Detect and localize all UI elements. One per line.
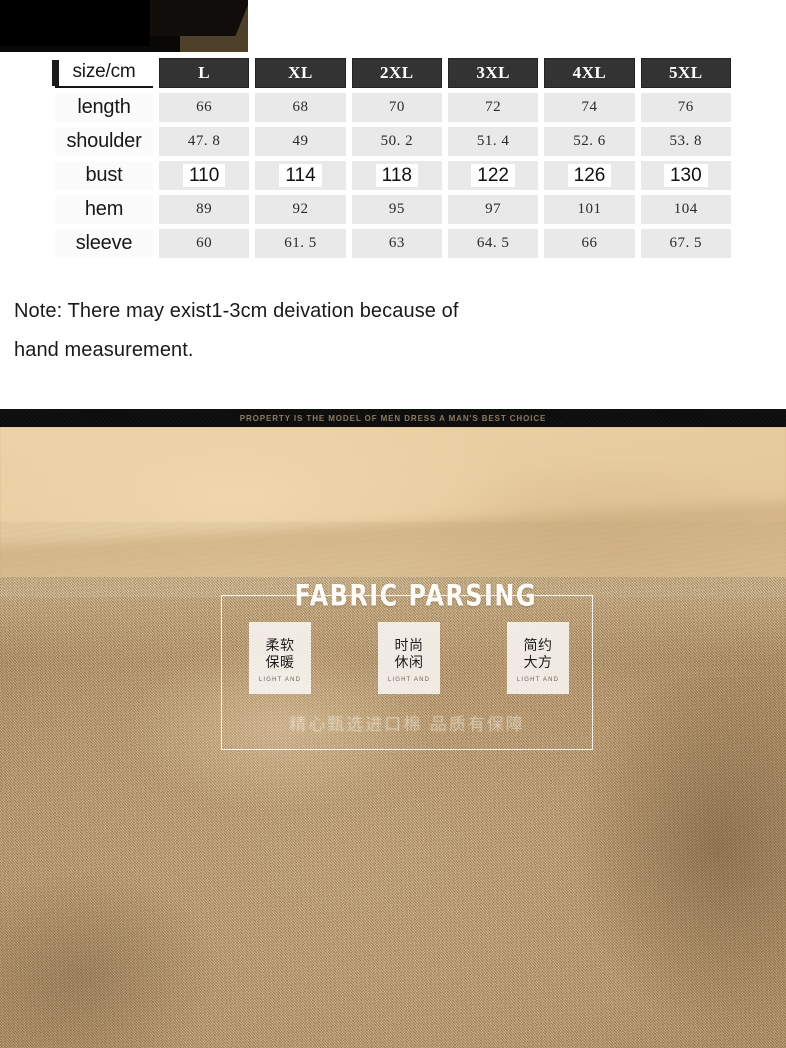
feature-card-soft-warm: 柔软 保暖 LIGHT AND bbox=[249, 622, 311, 694]
cell-sleeve-xl: 61. 5 bbox=[255, 229, 346, 258]
cell-hem-3xl: 97 bbox=[447, 195, 539, 224]
top-photo-fragment bbox=[0, 0, 248, 52]
table-header-size-xl: XL bbox=[255, 58, 346, 88]
cell-shoulder-xl: 49 bbox=[255, 127, 346, 156]
feature-card-cn-line1: 时尚 bbox=[394, 637, 424, 654]
cell-sleeve-2xl: 63 bbox=[351, 229, 442, 258]
cell-shoulder-4xl: 52. 6 bbox=[544, 127, 635, 156]
cell-bust-4xl: 126 bbox=[544, 161, 635, 190]
cell-bust-3xl: 122 bbox=[447, 161, 539, 190]
cell-bust-l: 110 bbox=[159, 161, 250, 190]
fabric-parsing-title: FABRIC PARSING bbox=[294, 578, 538, 613]
cell-shoulder-5xl: 53. 8 bbox=[640, 127, 731, 156]
size-chart-table: size/cm L XL 2XL 3XL 4XL 5XL length 66 6… bbox=[52, 58, 731, 263]
table-header-size-l: L bbox=[159, 58, 250, 88]
cell-length-3xl: 72 bbox=[447, 93, 539, 122]
fabric-feature-cards: 柔软 保暖 LIGHT AND 时尚 休闲 LIGHT AND 简约 大方 LI… bbox=[249, 622, 569, 694]
cell-sleeve-3xl: 64. 5 bbox=[447, 229, 539, 258]
fabric-shadow-left bbox=[0, 847, 240, 1048]
cell-length-4xl: 74 bbox=[544, 93, 635, 122]
cell-hem-xl: 92 bbox=[255, 195, 346, 224]
measurement-note: Note: There may exist1-3cm deivation bec… bbox=[14, 292, 614, 370]
feature-card-subtitle: LIGHT AND bbox=[387, 676, 431, 683]
slogan-text: PROPERTY IS THE MODEL OF MEN DRESS A MAN… bbox=[239, 413, 547, 423]
table-row: bust 110 114 118 122 126 130 bbox=[55, 161, 731, 190]
cell-sleeve-5xl: 67. 5 bbox=[640, 229, 731, 258]
cell-hem-5xl: 104 bbox=[640, 195, 731, 224]
feature-card-cn-line1: 简约 bbox=[523, 637, 553, 654]
note-line-1: Note: There may exist1-3cm deivation bec… bbox=[14, 300, 459, 322]
cell-shoulder-l: 47. 8 bbox=[159, 127, 250, 156]
cell-bust-xl: 114 bbox=[255, 161, 346, 190]
feature-card-fashion-casual: 时尚 休闲 LIGHT AND bbox=[378, 622, 440, 694]
table-header-size-4xl: 4XL bbox=[544, 58, 635, 88]
slogan-banner: PROPERTY IS THE MODEL OF MEN DRESS A MAN… bbox=[0, 409, 786, 427]
feature-card-subtitle: LIGHT AND bbox=[516, 676, 560, 683]
feature-card-cn-line1: 柔软 bbox=[265, 637, 295, 654]
table-header-row: size/cm L XL 2XL 3XL 4XL 5XL bbox=[52, 58, 731, 88]
cell-shoulder-2xl: 50. 2 bbox=[351, 127, 442, 156]
feature-card-cn-line2: 大方 bbox=[523, 654, 553, 671]
cell-bust-5xl: 130 bbox=[640, 161, 731, 190]
table-header-size-5xl: 5XL bbox=[640, 58, 731, 88]
feature-card-cn-line2: 休闲 bbox=[394, 654, 424, 671]
table-header-label: size/cm bbox=[52, 58, 153, 88]
cell-sleeve-l: 60 bbox=[159, 229, 250, 258]
cell-hem-2xl: 95 bbox=[351, 195, 442, 224]
cell-hem-l: 89 bbox=[159, 195, 250, 224]
table-header-size-2xl: 2XL bbox=[351, 58, 442, 88]
table-header-size-3xl: 3XL bbox=[447, 58, 539, 88]
row-label-hem: hem bbox=[55, 195, 153, 224]
table-row: sleeve 60 61. 5 63 64. 5 66 67. 5 bbox=[55, 229, 731, 258]
cell-sleeve-4xl: 66 bbox=[544, 229, 635, 258]
cell-length-xl: 68 bbox=[255, 93, 346, 122]
table-row: hem 89 92 95 97 101 104 bbox=[55, 195, 731, 224]
table-row: shoulder 47. 8 49 50. 2 51. 4 52. 6 53. … bbox=[55, 127, 731, 156]
photo-fragment-dark-top bbox=[0, 0, 150, 46]
cell-shoulder-3xl: 51. 4 bbox=[447, 127, 539, 156]
feature-card-subtitle: LIGHT AND bbox=[258, 676, 302, 683]
note-line-2: hand measurement. bbox=[14, 339, 194, 361]
cell-hem-4xl: 101 bbox=[544, 195, 635, 224]
cell-length-5xl: 76 bbox=[640, 93, 731, 122]
row-label-shoulder: shoulder bbox=[55, 127, 153, 156]
feature-card-simple-elegant: 简约 大方 LIGHT AND bbox=[507, 622, 569, 694]
table-row: length 66 68 70 72 74 76 bbox=[55, 93, 731, 122]
row-label-bust: bust bbox=[55, 161, 153, 190]
row-label-length: length bbox=[55, 93, 153, 122]
fabric-parsing-tagline: 精心甄选进口棉 品质有保障 bbox=[289, 715, 525, 735]
row-label-sleeve: sleeve bbox=[55, 229, 153, 258]
cell-length-2xl: 70 bbox=[351, 93, 442, 122]
feature-card-cn-line2: 保暖 bbox=[265, 654, 295, 671]
cell-length-l: 66 bbox=[159, 93, 250, 122]
cell-bust-2xl: 118 bbox=[351, 161, 442, 190]
